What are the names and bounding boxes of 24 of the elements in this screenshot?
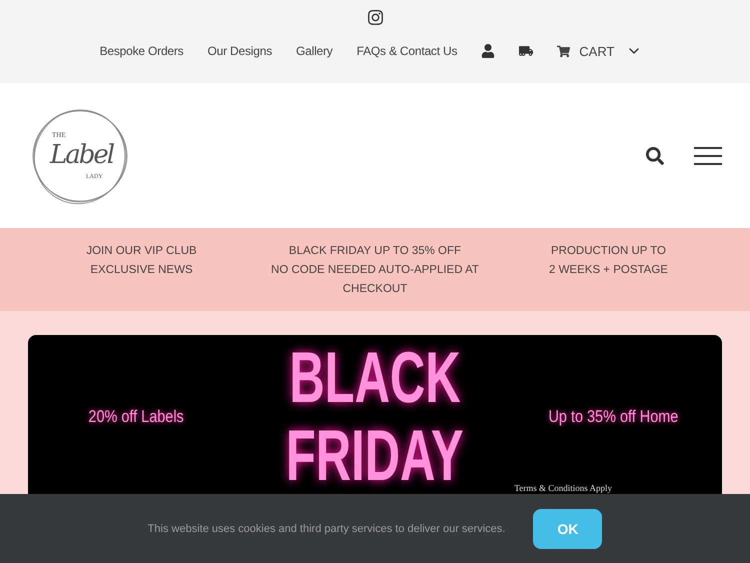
- nav-link[interactable]: FAQs & Contact Us: [356, 44, 458, 58]
- banner-offer-text: 20% off Labels: [88, 407, 184, 427]
- promo-text: PRODUCTION UP TO: [550, 244, 666, 259]
- logo-text: Label: [50, 140, 114, 170]
- truck-icon[interactable]: [519, 44, 534, 58]
- promo-text: 2 WEEKS + POSTAGE: [548, 263, 668, 278]
- cookie-message: This website uses cookies and third party services to deliver our services.: [148, 522, 506, 534]
- user-icon[interactable]: [481, 44, 496, 58]
- banner-headline: FRIDAY: [286, 417, 464, 495]
- cart-icon: [557, 44, 570, 58]
- promo-text: JOIN OUR VIP CLUB: [86, 244, 197, 259]
- search-icon[interactable]: [646, 146, 664, 164]
- instagram-icon[interactable]: [366, 9, 384, 27]
- nav-link[interactable]: Our Designs: [208, 44, 272, 58]
- nav-link[interactable]: Bespoke Orders: [100, 44, 184, 58]
- promo-text: BLACK FRIDAY UP TO 35% OFF: [288, 244, 462, 259]
- nav-link[interactable]: Gallery: [296, 44, 333, 58]
- cart-link[interactable]: CART: [557, 44, 614, 58]
- menu-icon[interactable]: [694, 146, 722, 164]
- terms-text: Terms & Conditions Apply: [514, 483, 612, 493]
- banner-headline: BLACK: [289, 339, 461, 417]
- promo-text: EXCLUSIVE NEWS: [90, 263, 193, 278]
- banner-offer-text: Up to 35% off Home: [548, 407, 679, 427]
- promo-text: NO CODE NEEDED AUTO-APPLIED AT CHECKOUT: [270, 263, 480, 297]
